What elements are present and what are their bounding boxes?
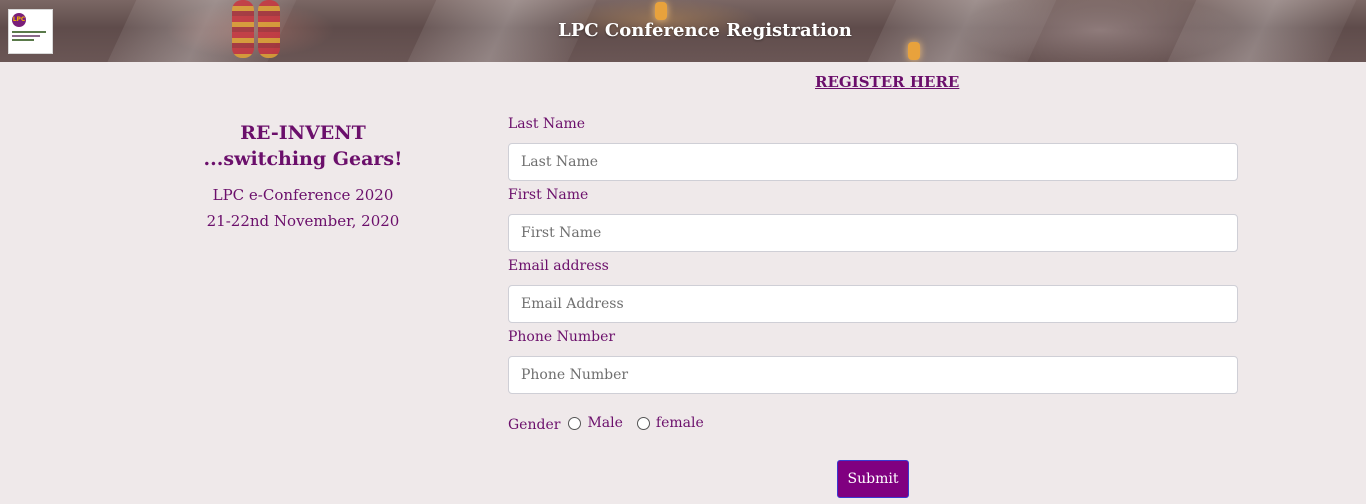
- submit-button[interactable]: Submit: [837, 460, 909, 498]
- header-banner: LPC LPC Conference Registration: [0, 0, 1366, 62]
- banner-decoration: [908, 42, 920, 60]
- male-label: Male: [587, 415, 623, 431]
- conference-name: LPC e-Conference 2020: [212, 186, 394, 204]
- register-here-link[interactable]: REGISTER HERE: [815, 73, 959, 91]
- page-title: LPC Conference Registration: [558, 20, 852, 41]
- female-radio[interactable]: [636, 416, 650, 430]
- registration-form: Last Name First Name Email address Phone…: [508, 114, 1238, 398]
- conference-dates: 21-22nd November, 2020: [206, 212, 400, 230]
- last-name-label: Last Name: [508, 116, 586, 132]
- email-label: Email address: [508, 258, 609, 274]
- gender-label: Gender: [508, 416, 561, 433]
- phone-label: Phone Number: [508, 329, 616, 345]
- gender-group: Gender Male female: [508, 413, 718, 433]
- phone-field[interactable]: [508, 356, 1238, 394]
- tagline-switching-gears: ...switching Gears!: [203, 148, 403, 170]
- tagline-reinvent: RE-INVENT: [240, 122, 366, 144]
- male-radio[interactable]: [568, 416, 582, 430]
- conference-info: RE-INVENT ...switching Gears! LPC e-Conf…: [180, 120, 426, 234]
- female-label: female: [655, 415, 704, 431]
- banner-decoration: [655, 2, 667, 20]
- first-name-field[interactable]: [508, 214, 1238, 252]
- email-field[interactable]: [508, 285, 1238, 323]
- gender-option-female[interactable]: female: [636, 415, 704, 431]
- last-name-field[interactable]: [508, 143, 1238, 181]
- first-name-label: First Name: [508, 187, 589, 203]
- gender-option-male[interactable]: Male: [568, 415, 623, 431]
